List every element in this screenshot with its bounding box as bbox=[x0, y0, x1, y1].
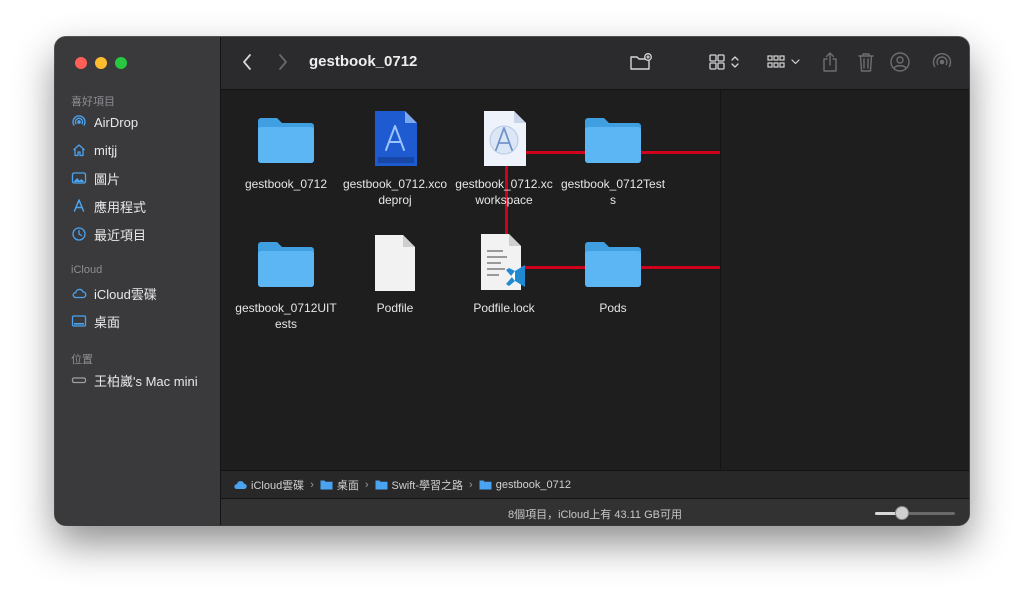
sidebar-item-desktop[interactable]: 桌面 bbox=[71, 310, 120, 332]
new-folder-icon bbox=[630, 53, 652, 70]
sidebar-item-icloud-drive[interactable]: iCloud雲碟 bbox=[71, 282, 157, 304]
path-crumb[interactable]: 桌面 bbox=[320, 477, 359, 493]
trash-button[interactable] bbox=[857, 51, 875, 73]
zoom-button[interactable] bbox=[115, 57, 127, 69]
finder-window: 喜好項目 AirDrop mitjj 圖片 應用程式 最近項目 iCloud i… bbox=[55, 37, 969, 525]
icon-grid-icon bbox=[709, 54, 739, 70]
icloud-header: iCloud bbox=[71, 264, 103, 276]
path-crumb[interactable]: Swift-學習之路 bbox=[375, 477, 464, 493]
sidebar-item-label: AirDrop bbox=[94, 114, 139, 130]
file-name: gestbook_0712Tests bbox=[560, 177, 666, 207]
airdrop-button[interactable] bbox=[931, 51, 953, 73]
chevron-left-icon bbox=[243, 54, 251, 70]
folder-icon bbox=[375, 480, 388, 490]
chevron-right-icon bbox=[279, 54, 287, 70]
share-button[interactable] bbox=[821, 51, 839, 73]
window-title: gestbook_0712 bbox=[309, 53, 418, 70]
folder-icon bbox=[479, 480, 492, 490]
folder-icon bbox=[585, 118, 641, 163]
window-controls bbox=[75, 57, 127, 69]
file-item[interactable]: gestbook_0712UITests bbox=[231, 228, 341, 332]
xcodeproj-icon bbox=[375, 111, 417, 166]
folder-icon bbox=[258, 242, 314, 287]
toolbar: gestbook_0712 bbox=[221, 37, 969, 90]
vscode-document-icon bbox=[481, 234, 525, 290]
file-item[interactable]: Podfile.lock bbox=[449, 228, 559, 316]
trash-icon bbox=[858, 53, 874, 72]
close-button[interactable] bbox=[75, 57, 87, 69]
recents-icon bbox=[72, 227, 86, 241]
sidebar-item-label: 圖片 bbox=[94, 171, 121, 187]
sidebar-item-recents[interactable]: 最近項目 bbox=[71, 223, 146, 245]
file-name: gestbook_0712.xcworkspace bbox=[455, 177, 553, 207]
path-bar: iCloud雲碟 › 桌面 › Swift-學習之路 › gestbook_07… bbox=[221, 470, 969, 498]
file-item[interactable]: gestbook_0712Tests bbox=[558, 104, 668, 208]
home-icon bbox=[73, 144, 85, 157]
preview-pane bbox=[720, 90, 969, 469]
favorites-header: 喜好項目 bbox=[71, 96, 115, 108]
slider-knob[interactable] bbox=[894, 506, 909, 520]
forward-button[interactable] bbox=[277, 51, 289, 73]
file-grid: gestbook_0712 gestbook_0712.xcodeproj ge… bbox=[221, 90, 729, 469]
path-crumb[interactable]: gestbook_0712 bbox=[479, 479, 571, 491]
sidebar-item-label: 桌面 bbox=[94, 314, 121, 330]
sidebar-item-home[interactable]: mitjj bbox=[71, 139, 117, 161]
file-name: gestbook_0712.xcodeproj bbox=[342, 177, 448, 207]
new-folder-button[interactable] bbox=[629, 51, 653, 73]
user-action-button[interactable] bbox=[889, 51, 913, 73]
file-item[interactable]: gestbook_0712.xcworkspace bbox=[449, 104, 559, 208]
view-mode-button[interactable] bbox=[709, 51, 743, 73]
status-bar: 8個項目，iCloud上有 43.11 GB可用 bbox=[221, 498, 969, 525]
document-icon bbox=[375, 235, 415, 291]
share-icon bbox=[823, 52, 837, 72]
file-item[interactable]: gestbook_0712 bbox=[231, 104, 341, 192]
path-separator-icon: › bbox=[469, 478, 473, 491]
sidebar: 喜好項目 AirDrop mitjj 圖片 應用程式 最近項目 iCloud i… bbox=[55, 37, 221, 525]
file-item[interactable]: Podfile bbox=[340, 228, 450, 316]
path-crumb-label: Swift-學習之路 bbox=[391, 479, 464, 492]
back-button[interactable] bbox=[241, 51, 253, 73]
file-item[interactable]: Pods bbox=[558, 228, 668, 316]
airdrop-icon bbox=[932, 52, 952, 68]
path-crumb-label: 桌面 bbox=[336, 479, 359, 492]
airdrop-icon bbox=[72, 115, 86, 126]
path-crumb-label: iCloud雲碟 bbox=[251, 479, 305, 492]
photos-icon bbox=[71, 172, 87, 184]
folder-icon bbox=[320, 480, 333, 490]
sidebar-item-label: 王柏崴's Mac mini bbox=[94, 373, 198, 389]
folder-icon bbox=[258, 118, 314, 163]
file-name: Podfile bbox=[376, 301, 414, 315]
path-separator-icon: › bbox=[310, 478, 314, 491]
path-separator-icon: › bbox=[364, 478, 369, 491]
cloud-icon bbox=[72, 288, 87, 299]
file-name: gestbook_0712 bbox=[244, 177, 328, 191]
group-by-button[interactable] bbox=[767, 51, 803, 73]
sidebar-item-label: iCloud雲碟 bbox=[94, 286, 157, 302]
xcworkspace-icon bbox=[484, 111, 526, 166]
applications-icon bbox=[73, 199, 85, 212]
locations-header: 位置 bbox=[71, 354, 93, 366]
desktop-icon bbox=[71, 315, 87, 327]
path-crumb[interactable]: iCloud雲碟 bbox=[233, 477, 304, 493]
sidebar-item-mac-mini[interactable]: 王柏崴's Mac mini bbox=[71, 369, 198, 391]
sidebar-item-pictures[interactable]: 圖片 bbox=[71, 167, 120, 189]
folder-icon bbox=[585, 242, 641, 287]
file-name: Podfile.lock bbox=[473, 301, 535, 315]
file-name: Pods bbox=[599, 301, 627, 315]
sidebar-item-label: 應用程式 bbox=[94, 199, 147, 215]
sidebar-item-label: 最近項目 bbox=[94, 227, 147, 243]
minimize-button[interactable] bbox=[95, 57, 107, 69]
sidebar-item-airdrop[interactable]: AirDrop bbox=[71, 111, 138, 133]
status-text: 8個項目，iCloud上有 43.11 GB可用 bbox=[507, 509, 683, 521]
file-item[interactable]: gestbook_0712.xcodeproj bbox=[340, 104, 450, 208]
sidebar-item-applications[interactable]: 應用程式 bbox=[71, 195, 146, 217]
group-icon bbox=[767, 55, 800, 68]
icon-size-slider[interactable] bbox=[875, 506, 955, 520]
sidebar-item-label: mitjj bbox=[94, 142, 118, 158]
file-name: gestbook_0712UITests bbox=[235, 301, 337, 331]
cloud-icon bbox=[234, 481, 247, 489]
path-crumb-label: gestbook_0712 bbox=[495, 478, 571, 491]
person-circle-icon bbox=[890, 52, 910, 72]
computer-icon bbox=[71, 377, 87, 384]
